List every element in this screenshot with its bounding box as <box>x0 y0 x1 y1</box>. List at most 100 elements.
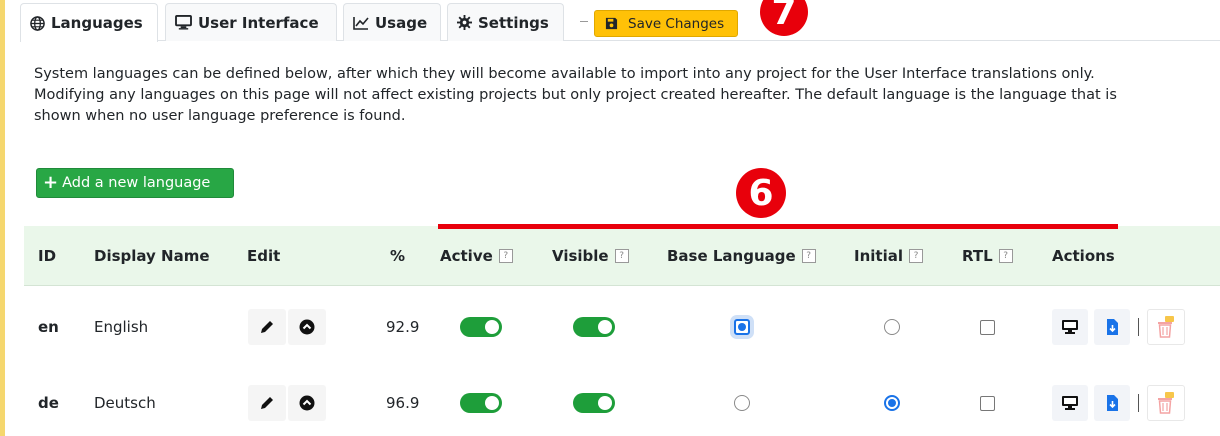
tab-languages[interactable]: Languages <box>20 3 158 42</box>
base-language-radio[interactable] <box>734 319 750 335</box>
add-language-button[interactable]: + Add a new language <box>36 168 234 198</box>
column-header-base-language: Base Language ? <box>667 226 816 286</box>
description-line: Modifying any languages on this page wil… <box>34 87 1117 103</box>
step-6-number: 6 <box>748 172 774 214</box>
visible-toggle-cell <box>573 287 615 367</box>
initial-radio[interactable] <box>884 395 900 411</box>
file-download-icon <box>1106 395 1118 411</box>
tab-label: Settings <box>478 13 549 32</box>
actions-cell <box>1052 363 1185 436</box>
delete-language-button[interactable] <box>1147 385 1185 421</box>
help-icon[interactable]: ? <box>801 249 816 263</box>
expand-button[interactable] <box>288 385 326 421</box>
tab-usage[interactable]: Usage <box>343 3 441 41</box>
language-display-name: English <box>94 318 149 336</box>
column-header-display-name: Display Name <box>94 247 210 265</box>
preview-ui-button[interactable] <box>1052 385 1088 421</box>
monitor-icon <box>175 15 192 30</box>
line-chart-icon <box>353 16 369 30</box>
visible-toggle-cell <box>573 363 615 436</box>
step-7-number: 7 <box>771 0 797 33</box>
tab-label: User Interface <box>198 13 319 32</box>
save-changes-button[interactable]: Save Changes <box>594 10 738 37</box>
active-toggle[interactable] <box>460 393 502 413</box>
active-toggle[interactable] <box>460 317 502 337</box>
step-6-badge: 6 <box>736 168 786 218</box>
preview-ui-button[interactable] <box>1052 309 1088 345</box>
language-display-name: Deutsch <box>94 394 156 412</box>
base-language-cell <box>734 363 750 436</box>
delete-language-button[interactable] <box>1147 309 1185 345</box>
initial-radio[interactable] <box>884 319 900 335</box>
base-language-cell <box>734 287 750 367</box>
actions-separator <box>1138 318 1139 336</box>
translation-percent: 96.9 <box>386 394 420 412</box>
column-header-label: Active <box>440 247 493 265</box>
edit-cell <box>248 363 326 436</box>
visible-toggle[interactable] <box>573 393 615 413</box>
column-header-edit: Edit <box>247 247 281 265</box>
active-toggle-cell <box>460 287 502 367</box>
description-line: System languages can be defined below, a… <box>34 66 1095 82</box>
languages-page: Languages User Interface Usage Settings … <box>20 0 1220 436</box>
rtl-cell <box>980 363 995 436</box>
gear-icon <box>457 15 472 30</box>
chevron-up-circle-icon <box>299 395 315 411</box>
edit-name-button[interactable] <box>248 309 286 345</box>
floppy-disk-icon <box>605 17 618 30</box>
chevron-up-circle-icon <box>299 319 315 335</box>
tab-label: Languages <box>51 14 143 32</box>
tab-settings[interactable]: Settings <box>447 3 564 41</box>
initial-cell <box>884 287 900 367</box>
left-accent-bar <box>0 0 5 436</box>
rtl-cell <box>980 287 995 367</box>
edit-cell <box>248 287 326 367</box>
rtl-checkbox[interactable] <box>980 395 995 411</box>
add-language-label: Add a new language <box>62 175 211 191</box>
save-changes-label: Save Changes <box>628 15 725 32</box>
help-icon[interactable]: ? <box>498 249 513 263</box>
tab-separator <box>580 21 588 22</box>
tab-user-interface[interactable]: User Interface <box>165 3 337 41</box>
actions-separator <box>1138 394 1139 412</box>
table-header: ID Display Name Edit % Active ? Visible … <box>24 226 1220 286</box>
expand-button[interactable] <box>288 309 326 345</box>
base-language-radio[interactable] <box>734 395 750 411</box>
actions-cell <box>1052 287 1185 367</box>
visible-toggle[interactable] <box>573 317 615 337</box>
language-id: en <box>38 318 59 336</box>
edit-name-button[interactable] <box>248 385 286 421</box>
translation-percent: 92.9 <box>386 318 420 336</box>
pencil-icon <box>261 397 273 409</box>
column-header-actions: Actions <box>1052 247 1115 265</box>
help-icon[interactable]: ? <box>614 249 629 263</box>
description-line: shown when no user language preference i… <box>34 108 406 124</box>
file-download-icon <box>1106 319 1118 335</box>
column-header-rtl: RTL ? <box>962 226 1013 286</box>
tab-bar: Languages User Interface Usage Settings … <box>20 0 1220 42</box>
pencil-icon <box>261 321 273 333</box>
desktop-icon <box>1062 396 1078 410</box>
column-header-label: Visible <box>552 247 609 265</box>
help-icon[interactable]: ? <box>998 249 1013 263</box>
column-header-visible: Visible ? <box>552 226 629 286</box>
column-header-label: Base Language <box>667 247 796 265</box>
help-icon[interactable]: ? <box>908 249 923 263</box>
table-row: en English 92.9 <box>24 287 1220 367</box>
column-header-id: ID <box>38 247 57 265</box>
column-header-initial: Initial ? <box>854 226 923 286</box>
rtl-checkbox[interactable] <box>980 319 995 335</box>
initial-cell <box>884 363 900 436</box>
download-language-button[interactable] <box>1094 309 1130 345</box>
trash-icon <box>1158 392 1174 414</box>
column-header-label: Initial <box>854 247 903 265</box>
column-header-active: Active ? <box>440 226 513 286</box>
plus-icon: + <box>43 172 59 193</box>
language-id: de <box>38 394 59 412</box>
globe-icon <box>30 15 45 31</box>
column-header-percent: % <box>390 247 406 265</box>
desktop-icon <box>1062 320 1078 334</box>
tab-label: Usage <box>375 13 428 32</box>
active-toggle-cell <box>460 363 502 436</box>
download-language-button[interactable] <box>1094 385 1130 421</box>
